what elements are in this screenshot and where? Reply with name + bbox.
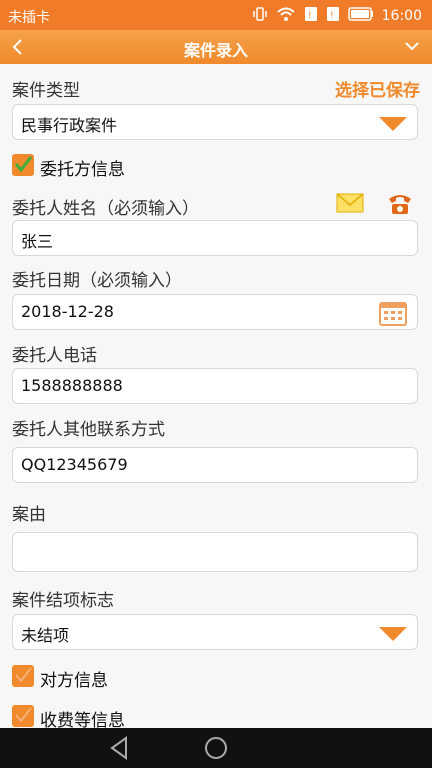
case-type-select[interactable]: 民事行政案件 xyxy=(12,104,418,140)
form-content: 案件类型 选择已保存 民事行政案件 委托方信息 委托人姓名（必须输入） 张三 委… xyxy=(0,64,432,731)
checkbox-fee-info[interactable] xyxy=(12,705,34,727)
checkbox-opponent-info[interactable] xyxy=(12,665,34,687)
client-name-value: 张三 xyxy=(21,232,54,251)
case-type-label: 案件类型 xyxy=(12,81,80,101)
checkbox-icon xyxy=(15,667,32,683)
clock: 16:00 xyxy=(381,8,422,24)
carrier-label: 未插卡 xyxy=(8,10,50,26)
calendar-icon[interactable] xyxy=(379,300,407,330)
checkbox-icon xyxy=(15,707,32,723)
client-name-input[interactable]: 张三 xyxy=(12,220,418,256)
svg-text:!: ! xyxy=(308,11,312,21)
nav-home-icon[interactable] xyxy=(202,734,230,766)
checkbox-client-info[interactable] xyxy=(12,154,34,176)
client-other-value: QQ12345679 xyxy=(21,455,128,474)
client-date-input[interactable]: 2018-12-28 xyxy=(12,294,418,330)
svg-text:!: ! xyxy=(330,11,334,21)
case-type-value: 民事行政案件 xyxy=(21,116,118,135)
checkbox-icon xyxy=(14,156,32,173)
mail-icon[interactable] xyxy=(336,192,364,218)
client-phone-value: 1588888888 xyxy=(21,376,123,395)
case-status-label: 案件结项标志 xyxy=(12,591,114,611)
dropdown-arrow-icon xyxy=(379,117,407,131)
case-status-value: 未结项 xyxy=(21,626,70,645)
status-icons: ! ! 16:00 xyxy=(252,6,422,26)
client-date-label: 委托日期（必须输入） xyxy=(12,271,182,291)
case-reason-input[interactable] xyxy=(12,532,418,572)
sim2-icon: ! xyxy=(326,6,340,26)
client-other-label: 委托人其他联系方式 xyxy=(12,420,165,440)
nav-back-icon[interactable] xyxy=(108,734,132,766)
client-section-label: 委托方信息 xyxy=(40,160,125,180)
client-name-label: 委托人姓名（必须输入） xyxy=(12,199,199,219)
client-phone-input[interactable]: 1588888888 xyxy=(12,368,418,404)
case-status-select[interactable]: 未结项 xyxy=(12,614,418,650)
menu-chevron-icon[interactable] xyxy=(402,34,422,62)
client-date-value: 2018-12-28 xyxy=(21,302,114,321)
vibrate-icon xyxy=(252,6,268,26)
phone-icon[interactable] xyxy=(386,190,414,220)
page-title: 案件录入 xyxy=(183,41,248,60)
dropdown-arrow-icon xyxy=(379,627,407,641)
title-bar: 案件录入 xyxy=(0,30,432,64)
client-phone-label: 委托人电话 xyxy=(12,346,97,366)
select-saved-link[interactable]: 选择已保存 xyxy=(335,76,420,101)
client-other-input[interactable]: QQ12345679 xyxy=(12,447,418,483)
battery-icon xyxy=(347,7,374,25)
case-reason-label: 案由 xyxy=(12,505,46,525)
wifi-icon xyxy=(276,6,296,26)
system-nav-bar xyxy=(0,728,432,768)
status-bar: 未插卡 ! ! 16:00 xyxy=(0,0,432,30)
sim-icon: ! xyxy=(304,6,318,26)
opponent-section-label: 对方信息 xyxy=(40,671,108,691)
